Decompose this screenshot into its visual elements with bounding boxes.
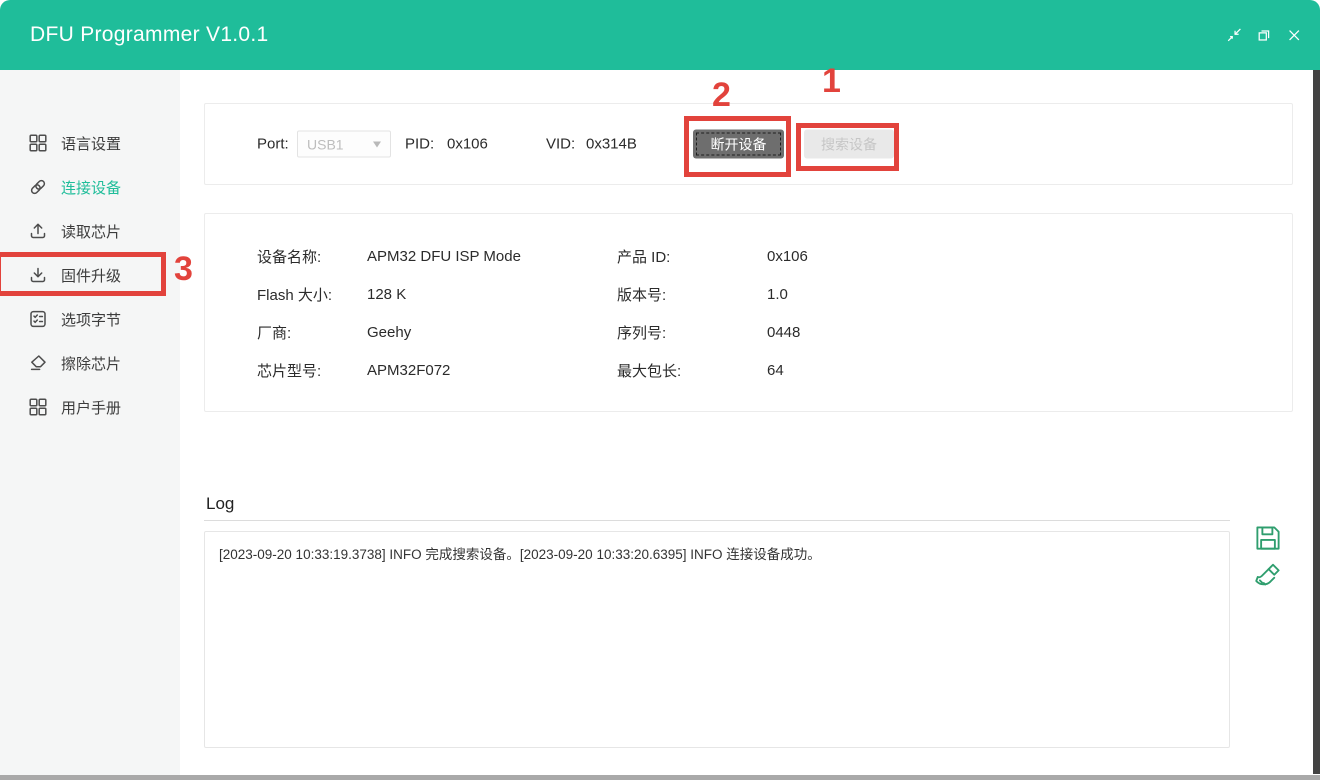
minimize-icon[interactable] xyxy=(1226,27,1242,43)
sidebar-item-label: 擦除芯片 xyxy=(61,353,121,374)
sidebar-item-erase-chip[interactable]: 擦除芯片 xyxy=(0,341,180,385)
max-packet-value: 64 xyxy=(767,362,1292,379)
port-select-value: USB1 xyxy=(307,136,344,152)
save-log-icon[interactable] xyxy=(1253,523,1283,553)
close-icon[interactable] xyxy=(1286,27,1302,43)
sidebar-item-label: 选项字节 xyxy=(61,309,121,330)
background-window-edge xyxy=(1313,70,1320,774)
annotation-box-step3 xyxy=(0,252,166,296)
sidebar-item-user-manual[interactable]: 用户手册 xyxy=(0,385,180,429)
chip-model-label: 芯片型号: xyxy=(257,360,367,381)
sidebar-item-label: 连接设备 xyxy=(61,177,121,198)
vendor-label: 厂商: xyxy=(257,322,367,343)
annotation-box-step1 xyxy=(796,123,899,171)
chevron-down-icon xyxy=(373,141,381,147)
clear-log-icon[interactable] xyxy=(1253,561,1283,591)
eraser-icon xyxy=(28,353,48,373)
port-select[interactable]: USB1 xyxy=(297,131,391,158)
app-window: DFU Programmer V1.0.1 语言设置 xyxy=(0,0,1320,780)
vendor-value: Geehy xyxy=(367,324,617,341)
flash-size-label: Flash 大小: xyxy=(257,284,367,305)
sidebar-item-label: 语言设置 xyxy=(61,133,121,154)
log-box: [2023-09-20 10:33:19.3738] INFO 完成搜索设备。[… xyxy=(204,531,1230,748)
version-value: 1.0 xyxy=(767,286,1292,303)
annotation-number-1: 1 xyxy=(822,62,841,101)
annotation-number-3: 3 xyxy=(174,250,193,289)
sidebar-item-read-chip[interactable]: 读取芯片 xyxy=(0,209,180,253)
sidebar-item-option-bytes[interactable]: 选项字节 xyxy=(0,297,180,341)
pid-label: PID: xyxy=(405,136,434,153)
upload-icon xyxy=(28,221,48,241)
product-id-label: 产品 ID: xyxy=(617,246,767,267)
checklist-icon xyxy=(28,309,48,329)
link-icon xyxy=(28,177,48,197)
log-content: [2023-09-20 10:33:19.3738] INFO 完成搜索设备。[… xyxy=(219,547,821,562)
device-name-value: APM32 DFU ISP Mode xyxy=(367,248,617,265)
serial-label: 序列号: xyxy=(617,322,767,343)
sidebar: 语言设置 连接设备 读取芯片 固件升级 xyxy=(0,70,180,780)
window-bottom-edge xyxy=(0,775,1320,780)
restore-icon[interactable] xyxy=(1256,27,1272,43)
port-label: Port: xyxy=(257,136,289,153)
device-name-label: 设备名称: xyxy=(257,246,367,267)
vid-label: VID: xyxy=(546,136,575,153)
grid-icon xyxy=(28,397,48,417)
version-label: 版本号: xyxy=(617,284,767,305)
flash-size-value: 128 K xyxy=(367,286,617,303)
title-bar: DFU Programmer V1.0.1 xyxy=(0,0,1320,70)
window-title: DFU Programmer V1.0.1 xyxy=(30,0,269,70)
grid-icon xyxy=(28,133,48,153)
device-info-panel: 设备名称: APM32 DFU ISP Mode 产品 ID: 0x106 Fl… xyxy=(204,213,1293,412)
sidebar-item-connect-device[interactable]: 连接设备 xyxy=(0,165,180,209)
annotation-number-2: 2 xyxy=(712,76,731,115)
log-divider xyxy=(204,520,1230,521)
serial-value: 0448 xyxy=(767,324,1292,341)
pid-value: 0x106 xyxy=(447,136,488,153)
vid-value: 0x314B xyxy=(586,136,637,153)
annotation-box-step2 xyxy=(684,116,791,177)
log-title: Log xyxy=(206,494,234,514)
sidebar-item-label: 用户手册 xyxy=(61,397,121,418)
window-controls xyxy=(1226,0,1302,70)
sidebar-item-label: 读取芯片 xyxy=(61,221,121,242)
chip-model-value: APM32F072 xyxy=(367,362,617,379)
max-packet-label: 最大包长: xyxy=(617,360,767,381)
product-id-value: 0x106 xyxy=(767,248,1292,265)
sidebar-item-language-settings[interactable]: 语言设置 xyxy=(0,121,180,165)
